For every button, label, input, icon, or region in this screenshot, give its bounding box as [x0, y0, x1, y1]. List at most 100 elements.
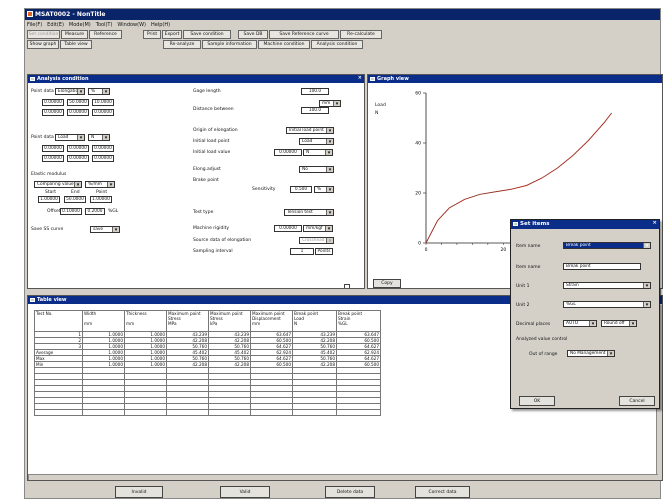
column-header[interactable]: Maximum point Displacement mm [250, 310, 293, 332]
point1-value-4[interactable]: 0.00000 [42, 109, 64, 116]
out-of-range-label: Out of range [529, 352, 558, 357]
elastic-start-input[interactable]: 1.00000 [38, 196, 60, 203]
menu-bar: File(F) Edit(E) Mode(M) Tool(T) Window(W… [25, 20, 660, 29]
point-data-type-select-2[interactable]: Load [55, 134, 85, 141]
point1-value-6[interactable]: 0.00000 [92, 109, 114, 116]
point-data-unit-select-2[interactable]: N [88, 134, 110, 141]
invalid-button[interactable]: Invalid [115, 486, 163, 498]
print-button[interactable]: Print [143, 30, 161, 39]
initial-load-value-input[interactable]: 0.00000 [274, 149, 302, 156]
machine-condition-button[interactable]: Machine condition [258, 40, 310, 49]
correct-data-button[interactable]: Correct data [415, 486, 470, 498]
analysis-condition-button[interactable]: Analysis condition [311, 40, 363, 49]
decimal-places-select[interactable]: AUTO [563, 320, 597, 327]
column-header[interactable]: Maximum point Stress kPa [208, 310, 251, 332]
toolbar-view: Show graph Table view Re-analyze Sample … [27, 40, 363, 49]
analysis-panel-header: Analysis condition × [28, 75, 364, 83]
point-data-type-select-1[interactable]: Elongation [55, 88, 85, 95]
gage-length-input[interactable]: 100.0 [301, 88, 329, 95]
elastic-point-input[interactable]: 1.00000 [90, 196, 112, 203]
header-line: mm [126, 321, 135, 326]
save-ss-curve-select[interactable]: save [90, 226, 120, 233]
point1-value-2[interactable]: 50.0000 [67, 99, 89, 106]
point1-value-3[interactable]: 10.0000 [92, 99, 114, 106]
header-line: mm [84, 321, 93, 326]
table-view-button[interactable]: Table view [60, 40, 92, 49]
point1-value-5[interactable]: 0.00000 [67, 109, 89, 116]
column-header[interactable]: Break point Load N [292, 310, 337, 332]
export-button[interactable]: Export [162, 30, 182, 39]
distance-unit-select[interactable]: mm [319, 100, 341, 107]
out-of-range-select[interactable]: No Management [567, 350, 615, 357]
point2-value-3[interactable]: 0.00000 [92, 145, 114, 152]
menu-edit[interactable]: Edit(E) [47, 22, 64, 28]
show-graph-button[interactable]: Show graph [27, 40, 59, 49]
dialog-title-bar: Set items × [511, 220, 659, 229]
rounding-select[interactable]: Round off [601, 320, 637, 327]
menu-tool[interactable]: Tool(T) [96, 22, 113, 28]
elastic-type-select[interactable]: Comparing value [34, 181, 82, 188]
sensitivity-unit-select[interactable]: % [314, 186, 334, 193]
offset-input[interactable]: 0.10000 [60, 208, 82, 215]
valid-button[interactable]: Valid [220, 486, 270, 498]
machine-rigidity-unit-select[interactable]: mm/kgf [303, 225, 333, 232]
toolbar-main: Set condition Measure Reference Print Ex… [27, 30, 382, 39]
sensitivity-input[interactable]: 0.500 [290, 186, 312, 193]
column-header[interactable]: Break point Strain %GL [336, 310, 381, 332]
elastic-range-select[interactable]: %/mm [85, 181, 115, 188]
menu-help[interactable]: Help(H) [151, 22, 170, 28]
close-icon[interactable]: × [358, 75, 362, 81]
measure-button[interactable]: Measure [61, 30, 88, 39]
save-db-button[interactable]: Save DB [238, 30, 268, 39]
item-name-input[interactable]: Break point [563, 263, 641, 270]
menu-window[interactable]: Window(W) [117, 22, 146, 28]
end-label: End [71, 190, 80, 195]
point-data-unit-select-1[interactable]: % [88, 88, 110, 95]
point1-value-1[interactable]: 0.00000 [42, 99, 64, 106]
column-header[interactable]: Test No. [34, 310, 83, 332]
copy-button[interactable]: Copy [373, 279, 401, 288]
unit2-select[interactable]: %GL [563, 301, 651, 308]
column-header[interactable]: Thickness mm [124, 310, 167, 332]
recalculate-button[interactable]: Re-calculate [340, 30, 382, 39]
menu-mode[interactable]: Mode(M) [69, 22, 91, 28]
initial-load-unit-select[interactable]: N [303, 149, 333, 156]
dialog-close-icon[interactable]: × [652, 220, 657, 226]
point2-value-1[interactable]: 0.00000 [42, 145, 64, 152]
save-condition-button[interactable]: Save condition [183, 30, 231, 39]
sampling-unit[interactable]: Points [315, 248, 333, 255]
unit1-select[interactable]: Strain [563, 282, 651, 289]
point2-value-4[interactable]: 0.00000 [42, 155, 64, 162]
panel-icon [30, 77, 35, 81]
set-condition-button[interactable]: Set condition [27, 30, 60, 39]
column-header[interactable]: Width mm [82, 310, 125, 332]
save-reference-curve-button[interactable]: Save Reference curve [269, 30, 339, 39]
item-name-select[interactable]: Break point [563, 242, 651, 249]
origin-select[interactable]: Initial load point [286, 127, 334, 134]
panel-resize-icon[interactable] [344, 284, 350, 288]
offset-input-2[interactable]: 0.2000 [85, 208, 105, 215]
horizontal-scrollbar[interactable] [28, 474, 658, 480]
column-header[interactable]: Maximum point Stress MPa [166, 310, 209, 332]
reference-button[interactable]: Reference [89, 30, 122, 39]
machine-rigidity-input[interactable]: 0.00000 [274, 225, 302, 232]
point2-value-6[interactable]: 0.00000 [92, 155, 114, 162]
initial-load-point-select[interactable]: Load [299, 138, 334, 145]
menu-file[interactable]: File(F) [27, 22, 42, 28]
delete-data-button[interactable]: Delete data [325, 486, 375, 498]
sample-information-button[interactable]: Sample information [202, 40, 257, 49]
source-select[interactable]: Crosshead [299, 237, 334, 244]
table-cell [292, 409, 337, 416]
ok-button[interactable]: OK [519, 396, 555, 406]
distance-input[interactable]: 100.0 [301, 107, 329, 114]
test-type-select[interactable]: Tension test [284, 209, 334, 216]
point2-value-5[interactable]: 0.00000 [67, 155, 89, 162]
table-row[interactable] [34, 409, 381, 416]
sampling-interval-input[interactable]: 1 [290, 248, 314, 255]
elong-adjust-label: Elong.adjust [193, 167, 221, 172]
reanalyze-button[interactable]: Re-analyze [163, 40, 201, 49]
point2-value-2[interactable]: 0.00000 [67, 145, 89, 152]
elastic-end-input[interactable]: 50.0000 [64, 196, 86, 203]
cancel-button[interactable]: Cancel [619, 396, 655, 406]
elong-adjust-select[interactable]: No [299, 166, 334, 173]
